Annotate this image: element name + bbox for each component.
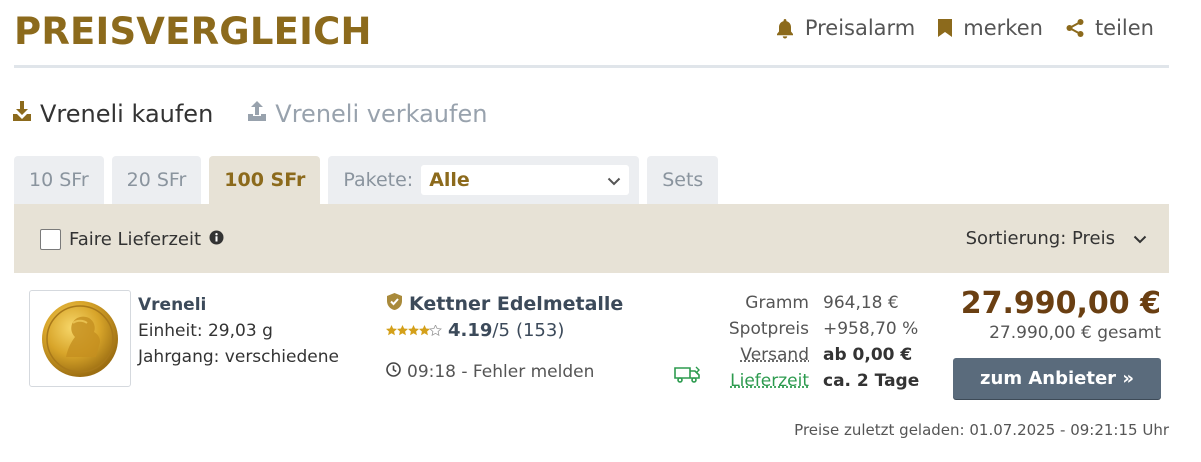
- filter-bar: Faire Lieferzeit Sortierung: Preis: [14, 204, 1169, 273]
- prices-loaded-timestamp: Preise zuletzt geladen: 01.07.2025 - 09:…: [794, 421, 1169, 439]
- time-text[interactable]: 09:18 - Fehler melden: [407, 362, 594, 382]
- share-icon: [1065, 18, 1085, 38]
- offer-row: Vreneli Einheit: 29,03 g Jahrgang: versc…: [14, 286, 1169, 402]
- product-year: Jahrgang: verschiedene: [138, 347, 339, 367]
- detail-value-versand: ab 0,00 €: [823, 345, 913, 365]
- detail-value-lieferzeit: ca. 2 Tage: [823, 371, 920, 391]
- detail-row-versand: Versand ab 0,00 €: [704, 342, 919, 368]
- detail-row-lieferzeit: Lieferzeit ca. 2 Tage: [704, 368, 919, 394]
- price-block: 27.990,00 € 27.990,00 € gesamt: [961, 286, 1161, 343]
- offer-price: 27.990,00 €: [960, 286, 1161, 321]
- pakete-label: Pakete:: [343, 169, 414, 191]
- denomination-tabs: 10 SFr 20 SFr 100 SFr Pakete: Alle Sets: [14, 156, 719, 204]
- detail-row-gramm: Gramm 964,18 €: [704, 290, 919, 316]
- sort-dropdown[interactable]: Sortierung: Preis: [966, 228, 1147, 249]
- info-icon[interactable]: [209, 229, 224, 250]
- pakete-selected-value: Alle: [429, 169, 470, 191]
- buy-sell-switch: Vreneli kaufen Vreneli verkaufen: [12, 100, 487, 128]
- bookmark-icon: [937, 18, 953, 38]
- price-alarm-label: Preisalarm: [804, 16, 916, 40]
- go-to-dealer-button[interactable]: zum Anbieter »: [953, 358, 1161, 399]
- price-alarm-button[interactable]: Preisalarm: [775, 16, 915, 40]
- tab-sets[interactable]: Sets: [647, 156, 719, 204]
- rating-count: (153): [515, 320, 565, 341]
- tab-pakete: Pakete: Alle: [328, 156, 640, 204]
- detail-label-gramm: Gramm: [745, 293, 809, 313]
- fair-delivery-filter: Faire Lieferzeit: [40, 229, 224, 250]
- tab-20-sfr[interactable]: 20 SFr: [111, 156, 202, 204]
- detail-value-gramm: 964,18 €: [823, 293, 899, 313]
- bookmark-label: merken: [963, 16, 1043, 40]
- upload-icon: [247, 100, 267, 128]
- offer-price-total: 27.990,00 € gesamt: [989, 323, 1161, 343]
- chevron-down-icon: [1133, 228, 1147, 249]
- sort-label: Sortierung: Preis: [965, 228, 1115, 249]
- product-image[interactable]: [29, 290, 131, 387]
- fast-delivery-truck-icon: [674, 366, 702, 387]
- dealer-rating[interactable]: 4.19/5 (153): [386, 320, 623, 341]
- pakete-select[interactable]: Alle: [421, 165, 630, 195]
- detail-value-spotpreis: +958,70 %: [823, 319, 919, 339]
- chevron-down-icon: [607, 169, 621, 191]
- clock-icon: [386, 362, 401, 382]
- verified-shield-icon: [386, 292, 403, 316]
- product-name[interactable]: Vreneli: [138, 292, 339, 318]
- coin-image: [42, 300, 118, 377]
- dealer-name: Kettner Edelmetalle: [409, 293, 624, 315]
- share-label: teilen: [1094, 16, 1154, 40]
- detail-label-lieferzeit[interactable]: Lieferzeit: [704, 371, 823, 391]
- product-unit: Einheit: 29,03 g: [138, 321, 273, 341]
- rating-value: 4.19: [448, 320, 493, 341]
- buy-mode-link[interactable]: Vreneli kaufen: [12, 100, 213, 128]
- tab-100-sfr[interactable]: 100 SFr: [209, 156, 321, 204]
- bell-icon: [775, 18, 795, 39]
- fair-delivery-label[interactable]: Faire Lieferzeit: [69, 229, 201, 250]
- detail-row-spotpreis: Spotpreis +958,70 %: [704, 316, 919, 342]
- product-info: Vreneli Einheit: 29,03 g Jahrgang: versc…: [138, 292, 339, 370]
- detail-label-versand[interactable]: Versand: [704, 345, 823, 365]
- sell-mode-label: Vreneli verkaufen: [275, 100, 488, 128]
- share-button[interactable]: teilen: [1065, 16, 1154, 40]
- rating-suffix: /5: [492, 320, 510, 341]
- page-header: PREISVERGLEICH Preisalarm merken teilen: [14, 8, 1169, 68]
- fair-delivery-checkbox[interactable]: [40, 229, 61, 250]
- buy-mode-label: Vreneli kaufen: [40, 100, 214, 128]
- offer-details: Gramm 964,18 € Spotpreis +958,70 % Versa…: [704, 290, 919, 394]
- download-icon: [12, 100, 32, 128]
- page-title: PREISVERGLEICH: [14, 10, 372, 53]
- update-time: 09:18 - Fehler melden: [386, 362, 594, 382]
- bookmark-button[interactable]: merken: [937, 16, 1043, 40]
- tab-10-sfr[interactable]: 10 SFr: [14, 156, 104, 204]
- dealer-link[interactable]: Kettner Edelmetalle: [386, 292, 623, 316]
- detail-label-spotpreis: Spotpreis: [728, 319, 809, 339]
- sell-mode-link[interactable]: Vreneli verkaufen: [247, 100, 487, 128]
- dealer-info: Kettner Edelmetalle 4.19/5 (153): [386, 292, 623, 341]
- header-actions: Preisalarm merken teilen: [775, 16, 1154, 40]
- star-rating-icon: [386, 320, 442, 341]
